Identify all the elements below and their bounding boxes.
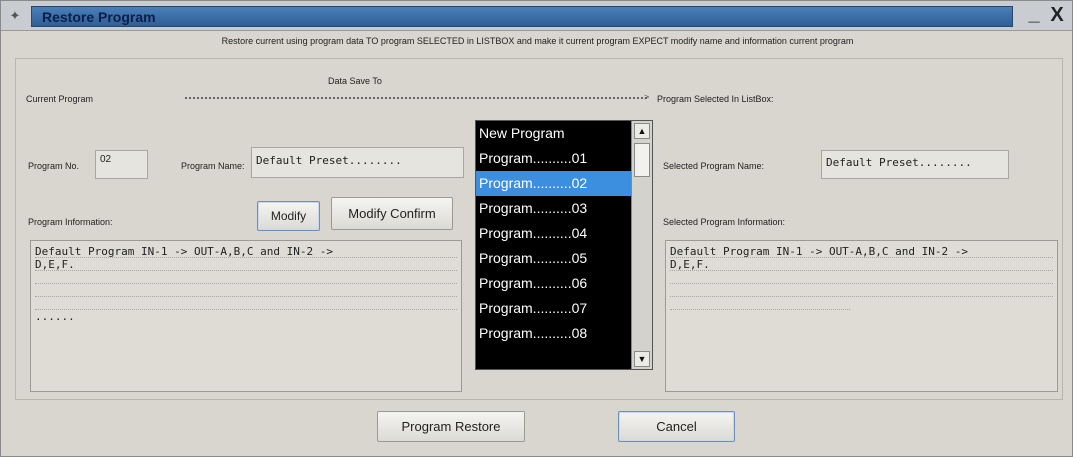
list-item-selected[interactable]: Program..........02 [476,171,631,196]
close-icon[interactable]: X [1045,4,1069,26]
info-line [35,271,457,284]
list-item[interactable]: Program..........05 [476,246,631,271]
selected-info-line: Default Program IN-1 -> OUT-A,B,C and IN… [670,245,1053,258]
info-line [35,284,457,297]
scroll-down-icon[interactable]: ▼ [634,351,650,367]
listbox-scrollbar[interactable]: ▲ ▼ [631,121,652,369]
data-save-to-label: Data Save To [328,76,382,86]
info-line: ...... [35,310,75,323]
minimize-icon[interactable]: _ [1023,4,1045,26]
program-restore-button[interactable]: Program Restore [377,411,525,442]
list-item[interactable]: Program..........07 [476,296,631,321]
selected-in-listbox-label: Program Selected In ListBox: [657,94,774,104]
selected-info-textarea: Default Program IN-1 -> OUT-A,B,C and IN… [665,240,1058,392]
selected-name-field: Default Preset........ [821,150,1009,179]
list-item[interactable]: Program..........06 [476,271,631,296]
program-name-field[interactable]: Default Preset........ [251,147,464,178]
cancel-button[interactable]: Cancel [618,411,735,442]
app-icon: ✦ [9,8,21,23]
list-item[interactable]: Program..........03 [476,196,631,221]
title-bar[interactable]: ✦ Restore Program _ X [1,1,1072,31]
modify-confirm-button[interactable]: Modify Confirm [331,197,453,230]
arrow-head-icon: > [644,92,650,102]
list-item[interactable]: Program..........08 [476,321,631,346]
scroll-thumb[interactable] [634,143,650,177]
program-name-label: Program Name: [181,161,245,171]
restore-program-window: ✦ Restore Program _ X Restore current us… [0,0,1073,457]
selected-info-label: Selected Program Information: [663,217,786,227]
list-item[interactable]: Program..........01 [476,146,631,171]
program-no-field[interactable]: 02 [95,150,148,179]
title-block: Restore Program [31,6,1013,27]
program-info-textarea[interactable]: Default Program IN-1 -> OUT-A,B,C and IN… [30,240,462,392]
info-line: Default Program IN-1 -> OUT-A,B,C and IN… [35,245,457,258]
selected-info-line [670,271,1053,284]
info-line: D,E,F. [35,258,457,271]
selected-info-line: D,E,F. [670,258,1053,271]
selected-info-line [670,284,1053,297]
selected-info-line [670,297,850,310]
selected-info-line [670,310,1053,323]
window-title: Restore Program [42,9,156,25]
scroll-up-icon[interactable]: ▲ [634,123,650,139]
modify-button[interactable]: Modify [257,201,320,231]
program-info-label: Program Information: [28,217,113,227]
data-flow-arrow [185,97,647,99]
program-no-label: Program No. [28,161,80,171]
selected-name-label: Selected Program Name: [663,161,765,171]
current-program-label: Current Program [26,94,94,104]
list-item[interactable]: Program..........04 [476,221,631,246]
list-item[interactable]: New Program [476,121,631,146]
program-listbox[interactable]: New Program Program..........01 Program.… [475,120,653,370]
info-line [35,297,457,310]
description-text: Restore current using program data TO pr… [221,36,854,46]
